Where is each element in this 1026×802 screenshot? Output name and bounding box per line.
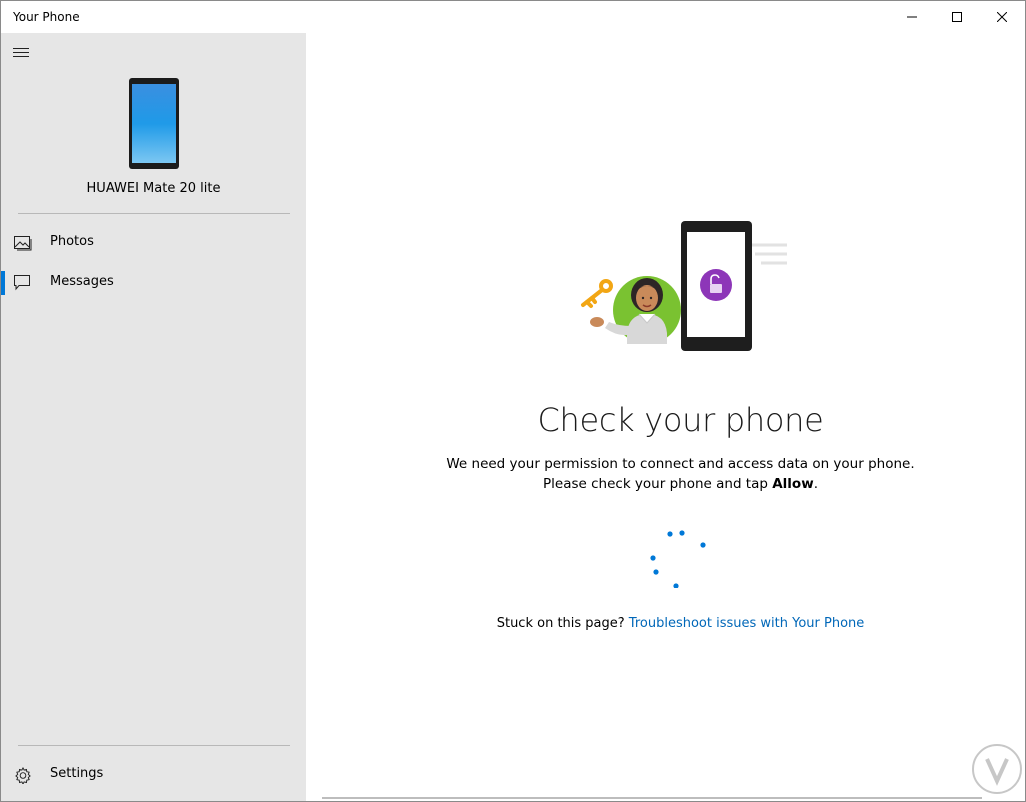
sidebar: HUAWEI Mate 20 lite Photos Messages Sett… bbox=[1, 33, 306, 801]
permission-illustration bbox=[581, 221, 787, 351]
window-title: Your Phone bbox=[13, 10, 80, 24]
sidebar-item-label: Messages bbox=[50, 274, 114, 289]
gear-icon bbox=[15, 767, 31, 784]
phone-device-image bbox=[129, 78, 179, 169]
sidebar-divider bbox=[18, 213, 290, 214]
minimize-button[interactable] bbox=[889, 1, 935, 33]
instruction-text: Please check your phone and tap bbox=[543, 476, 773, 492]
sidebar-item-label: Photos bbox=[50, 234, 94, 249]
permission-description: We need your permission to connect and a… bbox=[446, 456, 915, 472]
close-button[interactable] bbox=[979, 1, 1025, 33]
sidebar-item-label: Settings bbox=[50, 766, 104, 781]
hamburger-icon-line bbox=[13, 56, 29, 57]
stuck-text: Stuck on this page? bbox=[496, 616, 629, 631]
photos-icon bbox=[14, 236, 32, 251]
troubleshoot-link[interactable]: Troubleshoot issues with Your Phone bbox=[629, 616, 864, 631]
messages-icon bbox=[14, 275, 30, 291]
hamburger-menu-button[interactable] bbox=[11, 45, 31, 61]
main-content: Check your phone We need your permission… bbox=[306, 33, 1025, 801]
hamburger-icon-line bbox=[13, 52, 29, 53]
active-indicator bbox=[1, 271, 5, 295]
minimize-icon bbox=[907, 16, 917, 18]
sidebar-item-settings[interactable]: Settings bbox=[1, 755, 306, 795]
sidebar-item-messages[interactable]: Messages bbox=[1, 263, 306, 303]
bottom-progress-line bbox=[322, 797, 982, 799]
close-icon bbox=[997, 12, 1007, 22]
loading-spinner bbox=[650, 530, 706, 588]
maximize-button[interactable] bbox=[934, 1, 980, 33]
allow-emphasis: Allow bbox=[772, 476, 814, 492]
maximize-icon bbox=[952, 12, 962, 22]
permission-instruction: Please check your phone and tap Allow. bbox=[306, 476, 1026, 492]
app-window: Your Phone HUAWEI Mate 20 lite Photos Me… bbox=[0, 0, 1026, 802]
troubleshoot-hint: Stuck on this page? Troubleshoot issues … bbox=[306, 616, 1026, 631]
title-bar: Your Phone bbox=[1, 1, 1025, 33]
device-name: HUAWEI Mate 20 lite bbox=[86, 181, 221, 196]
page-heading: Check your phone bbox=[537, 401, 824, 439]
sidebar-item-photos[interactable]: Photos bbox=[1, 223, 306, 263]
instruction-suffix: . bbox=[813, 476, 818, 492]
hamburger-icon bbox=[13, 48, 29, 49]
sidebar-divider bbox=[18, 745, 290, 746]
watermark-logo bbox=[972, 744, 1022, 794]
